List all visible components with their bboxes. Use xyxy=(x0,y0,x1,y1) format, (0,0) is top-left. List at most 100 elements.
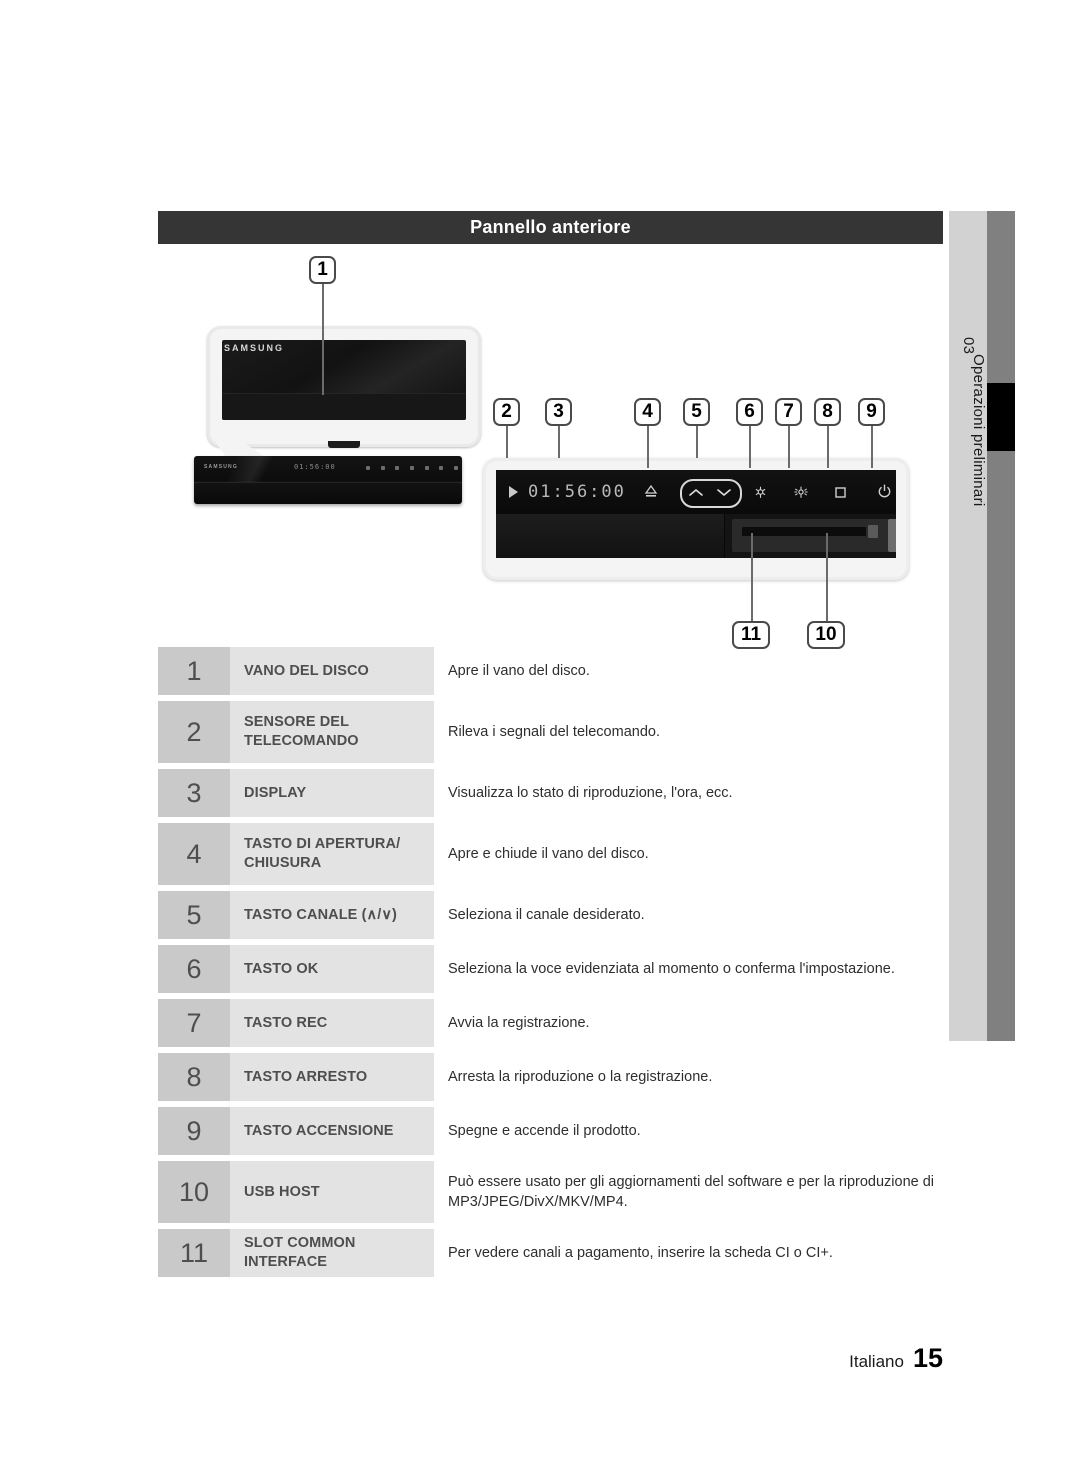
usb-housing xyxy=(888,519,896,552)
row-description: Spegne e accende il prodotto. xyxy=(434,1107,943,1155)
row-name: SLOT COMMON INTERFACE xyxy=(230,1229,434,1277)
table-row: 7 TASTO REC Avvia la registrazione. xyxy=(158,999,943,1047)
channel-down-icon xyxy=(717,489,731,496)
row-name: DISPLAY xyxy=(230,769,434,817)
row-description: Visualizza lo stato di riproduzione, l'o… xyxy=(434,769,943,817)
rec-alt-icon xyxy=(794,486,808,500)
callout-badge-8: 8 xyxy=(814,398,841,426)
table-row: 1 VANO DEL DISCO Apre il vano del disco. xyxy=(158,647,943,695)
table-row: 11 SLOT COMMON INTERFACE Per vedere cana… xyxy=(158,1229,943,1277)
channel-up-icon xyxy=(689,489,703,496)
row-name: TASTO CANALE (∧/∨) xyxy=(230,891,434,939)
row-number: 4 xyxy=(158,823,230,885)
row-description: Arresta la riproduzione o la registrazio… xyxy=(434,1053,943,1101)
row-description: Apre e chiude il vano del disco. xyxy=(434,823,943,885)
leader-line-6 xyxy=(749,426,751,468)
callout-badge-1: 1 xyxy=(309,256,336,284)
row-number: 8 xyxy=(158,1053,230,1101)
device-buttons-small xyxy=(366,464,458,472)
callout-badge-5: 5 xyxy=(683,398,710,426)
leader-line-9 xyxy=(871,426,873,468)
table-row: 2 SENSORE DEL TELECOMANDO Rileva i segna… xyxy=(158,701,943,763)
table-row: 10 USB HOST Può essere usato per gli agg… xyxy=(158,1161,943,1223)
leader-line-5 xyxy=(696,426,698,458)
device-foot-left xyxy=(208,503,226,504)
callout-badge-4: 4 xyxy=(634,398,661,426)
row-number: 10 xyxy=(158,1161,230,1223)
table-row: 4 TASTO DI APERTURA/ CHIUSURA Apre e chi… xyxy=(158,823,943,885)
leader-line-1 xyxy=(322,283,324,395)
chapter-name: Operazioni preliminari xyxy=(970,354,987,507)
device-full-view: SAMSUNG 01:56:00 xyxy=(194,456,462,504)
channel-down-icon-small xyxy=(395,466,400,470)
callout-badge-6: 6 xyxy=(736,398,763,426)
disc-tray-front xyxy=(496,514,725,558)
chapter-number: 03 xyxy=(960,337,977,355)
row-number: 7 xyxy=(158,999,230,1047)
table-row: 3 DISPLAY Visualizza lo stato di riprodu… xyxy=(158,769,943,817)
page-title: Pannello anteriore xyxy=(470,217,631,237)
chapter-index-marker xyxy=(987,383,1015,451)
callout-badge-7: 7 xyxy=(775,398,802,426)
row-number: 1 xyxy=(158,647,230,695)
leader-line-3 xyxy=(558,426,560,458)
stop-icon xyxy=(834,486,847,499)
front-panel-parts-table: 1 VANO DEL DISCO Apre il vano del disco.… xyxy=(158,647,943,1283)
samsung-logo-small: SAMSUNG xyxy=(204,464,238,470)
device-foot-right xyxy=(424,503,442,504)
front-panel-detail: 01:56:00 xyxy=(483,458,909,580)
power-icon-small xyxy=(453,466,458,470)
callout-badge-9: 9 xyxy=(858,398,885,426)
device-display-small: 01:56:00 xyxy=(294,463,336,471)
leader-line-2 xyxy=(506,426,508,458)
chapter-text: 03 Operazioni preliminari xyxy=(949,219,987,619)
ci-slot-tab xyxy=(868,525,878,538)
row-description: Seleziona il canale desiderato. xyxy=(434,891,943,939)
front-panel-illustration: SAMSUNG SAMSUNG 01:56:00 01:56:00 1 2 3 … xyxy=(158,248,943,649)
table-row: 5 TASTO CANALE (∧/∨) Seleziona il canale… xyxy=(158,891,943,939)
device-feet xyxy=(194,503,462,504)
footer-language: Italiano xyxy=(849,1352,904,1371)
device-seam xyxy=(194,482,462,483)
display-readout: 01:56:00 xyxy=(528,482,626,502)
row-description: Può essere usato per gli aggiornamenti d… xyxy=(434,1161,943,1223)
device-foot-mid xyxy=(314,503,332,504)
row-name: VANO DEL DISCO xyxy=(230,647,434,695)
row-number: 9 xyxy=(158,1107,230,1155)
table-row: 6 TASTO OK Seleziona la voce evidenziata… xyxy=(158,945,943,993)
rec-icon-small xyxy=(409,466,414,470)
row-description: Avvia la registrazione. xyxy=(434,999,943,1047)
rec-alt-icon-small xyxy=(424,466,429,470)
row-number: 2 xyxy=(158,701,230,763)
leader-line-4 xyxy=(647,426,649,468)
row-name: TASTO ACCENSIONE xyxy=(230,1107,434,1155)
table-row: 9 TASTO ACCENSIONE Spegne e accende il p… xyxy=(158,1107,943,1155)
disc-tray-notch xyxy=(328,441,360,448)
row-description: Seleziona la voce evidenziata al momento… xyxy=(434,945,943,993)
front-panel-controls-strip: 01:56:00 xyxy=(496,470,896,514)
callout-badge-3: 3 xyxy=(545,398,572,426)
leader-line-11 xyxy=(751,533,753,621)
page-footer: Italiano 15 xyxy=(0,1343,943,1374)
row-description: Rileva i segnali del telecomando. xyxy=(434,701,943,763)
footer-page-number: 15 xyxy=(912,1343,943,1373)
callout-badge-2: 2 xyxy=(493,398,520,426)
row-number: 5 xyxy=(158,891,230,939)
row-number: 3 xyxy=(158,769,230,817)
chapter-index-bar xyxy=(987,211,1015,1041)
chapter-side-tab: 03 Operazioni preliminari xyxy=(949,211,1015,1041)
eject-icon-small xyxy=(366,466,370,470)
callout-badge-10: 10 xyxy=(807,621,845,649)
row-name: TASTO ARRESTO xyxy=(230,1053,434,1101)
eject-icon xyxy=(644,484,658,500)
callout-badge-11: 11 xyxy=(732,621,770,649)
section-header: Pannello anteriore xyxy=(158,211,943,244)
device-top-view: SAMSUNG xyxy=(207,326,481,448)
ci-card-slot xyxy=(742,527,866,536)
row-number: 6 xyxy=(158,945,230,993)
channel-up-icon-small xyxy=(380,466,385,470)
play-icon xyxy=(509,486,518,498)
samsung-logo: SAMSUNG xyxy=(224,343,285,353)
stop-icon-small xyxy=(439,466,444,470)
row-description: Apre il vano del disco. xyxy=(434,647,943,695)
